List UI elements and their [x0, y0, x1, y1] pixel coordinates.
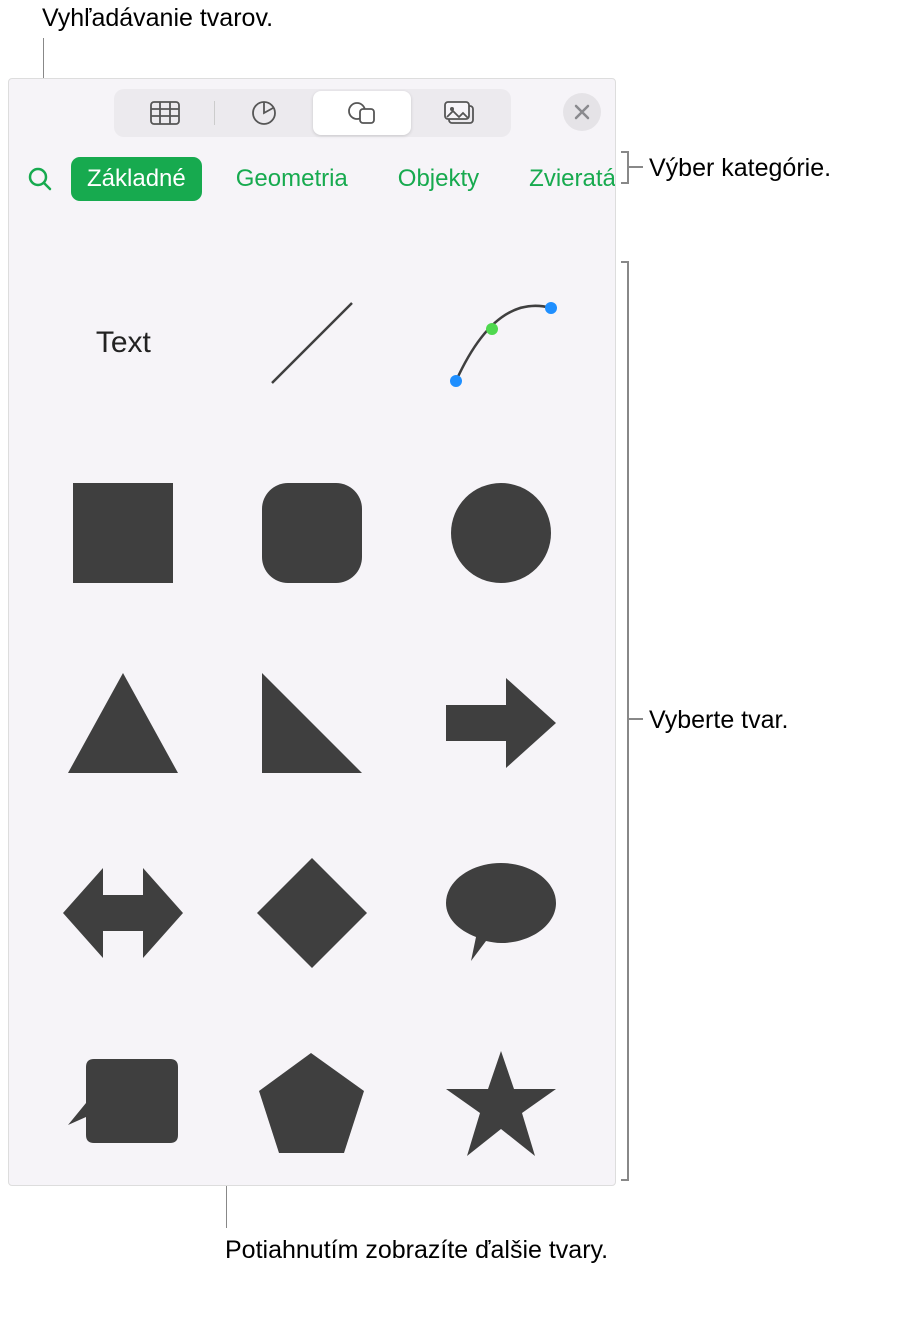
shape-right-triangle[interactable]: [238, 663, 387, 783]
toolbar-tab-table[interactable]: [116, 91, 214, 135]
square-icon: [73, 483, 173, 583]
shape-text[interactable]: Text: [49, 283, 198, 403]
circle-icon: [451, 483, 551, 583]
triangle-icon: [68, 673, 178, 773]
curve-icon: [436, 283, 566, 403]
pentagon-icon: [259, 1053, 364, 1153]
bracket-shape: [621, 261, 629, 1181]
star-icon: [446, 1051, 556, 1156]
speech-bubble-icon: [446, 863, 556, 963]
text-shape-label: Text: [96, 326, 151, 360]
callout-swipe: Potiahnutím zobrazíte ďalšie tvary.: [225, 1234, 608, 1267]
insert-toolbar: [9, 79, 615, 137]
callout-search: Vyhľadávanie tvarov.: [42, 2, 273, 35]
line-icon: [252, 283, 372, 403]
shapes-icon: [347, 100, 377, 126]
table-icon: [150, 101, 180, 125]
shape-square-bubble[interactable]: [49, 1043, 198, 1163]
shape-star[interactable]: [426, 1043, 575, 1163]
search-button[interactable]: [27, 166, 53, 192]
category-geometry[interactable]: Geometria: [220, 157, 364, 201]
shape-diamond[interactable]: [238, 853, 387, 973]
arrow-right-icon: [446, 678, 556, 768]
category-animals[interactable]: Zvieratá: [513, 157, 616, 201]
close-button[interactable]: [563, 93, 601, 131]
diamond-icon: [257, 858, 367, 968]
category-objects[interactable]: Objekty: [382, 157, 495, 201]
segmented-control: [114, 89, 511, 137]
toolbar-tab-chart[interactable]: [215, 91, 313, 135]
shape-square[interactable]: [49, 473, 198, 593]
shape-rounded-square[interactable]: [238, 473, 387, 593]
category-row[interactable]: Základné Geometria Objekty Zvieratá: [9, 137, 615, 213]
bracket-stem: [629, 166, 643, 168]
right-triangle-icon: [262, 673, 362, 773]
callout-shape: Vyberte tvar.: [649, 704, 788, 737]
callout-category: Výber kategórie.: [649, 152, 831, 185]
shape-speech-bubble[interactable]: [426, 853, 575, 973]
media-icon: [444, 101, 476, 125]
shape-arrow-right[interactable]: [426, 663, 575, 783]
shapes-grid[interactable]: Text: [9, 213, 615, 1186]
shape-triangle[interactable]: [49, 663, 198, 783]
shapes-panel: Základné Geometria Objekty Zvieratá Text: [8, 78, 616, 1186]
bracket-category: [621, 151, 629, 184]
shape-circle[interactable]: [426, 473, 575, 593]
callout-line: [226, 1180, 227, 1228]
search-icon: [27, 166, 53, 192]
square-bubble-icon: [68, 1053, 178, 1153]
shape-curve[interactable]: [426, 283, 575, 403]
category-basic[interactable]: Základné: [71, 157, 202, 201]
close-icon: [574, 104, 590, 120]
chart-icon: [251, 100, 277, 126]
bracket-stem: [629, 718, 643, 720]
rounded-square-icon: [262, 483, 362, 583]
shape-pentagon[interactable]: [238, 1043, 387, 1163]
shape-line[interactable]: [238, 283, 387, 403]
toolbar-tab-shapes[interactable]: [313, 91, 411, 135]
double-arrow-icon: [63, 868, 183, 958]
shape-double-arrow[interactable]: [49, 853, 198, 973]
toolbar-tab-media[interactable]: [411, 91, 509, 135]
